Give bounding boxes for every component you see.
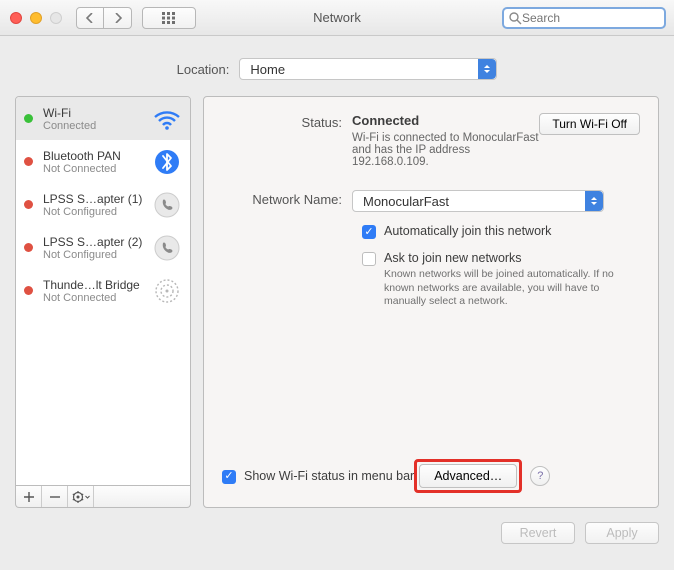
zoom-window-button[interactable] — [50, 12, 62, 24]
sidebar-item-label: Thunde…lt Bridge — [43, 278, 150, 292]
sidebar-item-status: Not Configured — [43, 249, 150, 261]
ask-join-checkbox[interactable] — [362, 252, 376, 266]
auto-join-label: Automatically join this network — [384, 224, 551, 238]
sidebar-footer-spacer — [94, 486, 190, 507]
minus-icon — [50, 492, 60, 502]
sidebar-item-text: Thunde…lt Bridge Not Connected — [43, 278, 150, 304]
apply-button[interactable]: Apply — [585, 522, 659, 544]
sidebar-item-status: Not Connected — [43, 292, 150, 304]
advanced-highlight: Advanced… — [414, 459, 522, 493]
grid-icon — [162, 12, 176, 24]
back-button[interactable] — [76, 7, 104, 29]
revert-button[interactable]: Revert — [501, 522, 575, 544]
ask-join-label: Ask to join new networks — [384, 251, 624, 265]
close-window-button[interactable] — [10, 12, 22, 24]
network-name-select[interactable]: MonocularFast — [352, 190, 604, 212]
sidebar-item-text: LPSS S…apter (1) Not Configured — [43, 192, 150, 218]
minimize-window-button[interactable] — [30, 12, 42, 24]
interfaces-sidebar: Wi-Fi Connected Bluetooth PAN Not Connec… — [15, 96, 191, 486]
sidebar-item-text: Bluetooth PAN Not Connected — [43, 149, 150, 175]
gear-dropdown-icon — [72, 491, 90, 503]
status-value: Connected — [352, 113, 539, 128]
chevron-left-icon — [86, 13, 94, 23]
help-button[interactable]: ? — [530, 466, 550, 486]
status-dot-icon — [24, 286, 33, 295]
status-dot-icon — [24, 157, 33, 166]
sidebar-item-lpss-2[interactable]: LPSS S…apter (2) Not Configured — [16, 226, 190, 269]
titlebar: Network — [0, 0, 674, 36]
detail-panel: Status: Connected Wi-Fi is connected to … — [203, 96, 659, 508]
ask-join-description: Known networks will be joined automatica… — [384, 268, 624, 309]
add-interface-button[interactable] — [16, 486, 42, 507]
window-title: Network — [313, 10, 361, 25]
thunderbolt-icon — [152, 276, 182, 306]
bluetooth-icon — [152, 147, 182, 177]
sidebar-item-thunderbolt-bridge[interactable]: Thunde…lt Bridge Not Connected — [16, 269, 190, 312]
phone-icon — [152, 190, 182, 220]
forward-button[interactable] — [104, 7, 132, 29]
location-value: Home — [250, 62, 285, 77]
plus-icon — [24, 492, 34, 502]
network-name-label: Network Name: — [222, 190, 352, 207]
sidebar-item-label: Wi-Fi — [43, 106, 150, 120]
remove-interface-button[interactable] — [42, 486, 68, 507]
sidebar-item-lpss-1[interactable]: LPSS S…apter (1) Not Configured — [16, 183, 190, 226]
sidebar-footer — [15, 486, 191, 508]
select-stepper-icon — [478, 59, 496, 79]
turn-wifi-off-button[interactable]: Turn Wi-Fi Off — [539, 113, 640, 135]
show-menubar-label: Show Wi-Fi status in menu bar — [244, 469, 414, 483]
sidebar-item-status: Not Connected — [43, 163, 150, 175]
status-dot-icon — [24, 243, 33, 252]
window-controls — [10, 12, 62, 24]
status-dot-icon — [24, 114, 33, 123]
auto-join-row: Automatically join this network — [362, 224, 640, 239]
interface-action-menu[interactable] — [68, 486, 94, 507]
search-field[interactable] — [502, 7, 666, 29]
sidebar-item-text: LPSS S…apter (2) Not Configured — [43, 235, 150, 261]
ask-join-row: Ask to join new networks Known networks … — [362, 251, 640, 309]
sidebar-item-status: Not Configured — [43, 206, 150, 218]
location-select[interactable]: Home — [239, 58, 497, 80]
sidebar-item-label: LPSS S…apter (2) — [43, 235, 150, 249]
sidebar-container: Wi-Fi Connected Bluetooth PAN Not Connec… — [15, 96, 191, 508]
wifi-icon — [152, 104, 182, 134]
status-dot-icon — [24, 200, 33, 209]
sidebar-item-text: Wi-Fi Connected — [43, 106, 150, 132]
show-menubar-checkbox[interactable] — [222, 470, 236, 484]
show-menubar-row: Show Wi-Fi status in menu bar — [222, 469, 414, 484]
sidebar-item-label: LPSS S…apter (1) — [43, 192, 150, 206]
search-input[interactable] — [522, 11, 674, 25]
status-label: Status: — [222, 113, 352, 130]
sidebar-item-label: Bluetooth PAN — [43, 149, 150, 163]
sidebar-item-status: Connected — [43, 120, 150, 132]
location-row: Location: Home — [0, 36, 674, 96]
footer-buttons: Revert Apply — [0, 522, 659, 544]
search-icon — [508, 11, 522, 25]
nav-buttons — [76, 7, 132, 29]
network-name-value: MonocularFast — [363, 194, 449, 209]
status-description: Wi-Fi is connected to MonocularFast and … — [352, 132, 539, 168]
advanced-button[interactable]: Advanced… — [419, 464, 517, 488]
sidebar-item-bluetooth-pan[interactable]: Bluetooth PAN Not Connected — [16, 140, 190, 183]
chevron-right-icon — [114, 13, 122, 23]
select-stepper-icon — [585, 191, 603, 211]
sidebar-item-wifi[interactable]: Wi-Fi Connected — [16, 97, 190, 140]
phone-icon — [152, 233, 182, 263]
show-all-button[interactable] — [142, 7, 196, 29]
location-label: Location: — [177, 62, 230, 77]
main-panel: Wi-Fi Connected Bluetooth PAN Not Connec… — [15, 96, 659, 508]
auto-join-checkbox[interactable] — [362, 225, 376, 239]
